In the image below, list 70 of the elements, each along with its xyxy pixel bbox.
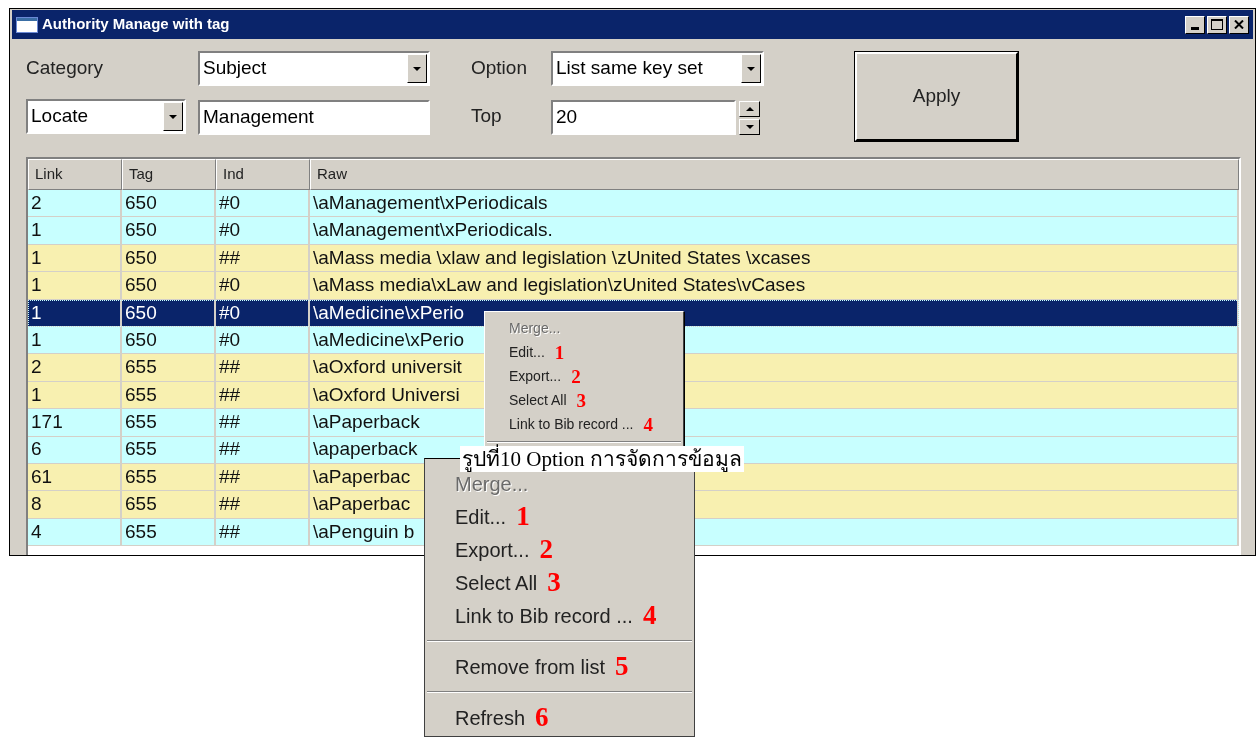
table-cell-text: ## (219, 492, 241, 517)
table-cell-text: 6 (31, 437, 42, 462)
table-cell-text: 655 (125, 437, 157, 462)
step-number: 3 (576, 390, 587, 410)
table-cell-text: ## (219, 437, 241, 462)
table-cell-text: #0 (219, 273, 241, 298)
table-cell-text: 2 (31, 355, 42, 380)
table-cell-text: 61 (31, 464, 53, 489)
table-cell-text: 171 (31, 410, 63, 435)
table-cell-text: 655 (125, 464, 157, 489)
table-cell-text: 655 (125, 410, 157, 435)
table-cell-text: 1 (31, 273, 42, 298)
table-cell-text: 655 (125, 382, 157, 407)
step-number: 1 (516, 503, 530, 530)
table-cell-text: 650 (125, 218, 157, 243)
step-number: 2 (539, 536, 553, 563)
table-cell-text: \aMass media \xlaw and legislation \zUnited States \xcases (313, 245, 811, 270)
table-cell-text: 4 (31, 519, 42, 544)
table-cell-text: \aMedicine\xPerio (313, 300, 465, 325)
table-cell-text: #0 (219, 300, 241, 325)
table-cell-text: 650 (125, 273, 157, 298)
table-cell-text: \aOxford universit (313, 355, 462, 380)
table-cell-text: ## (219, 245, 241, 270)
step-number: 5 (615, 653, 629, 680)
table-cell-text: 1 (31, 382, 42, 407)
table-cell-text: 655 (125, 492, 157, 517)
dropdown-value: Subject (202, 56, 268, 81)
table-cell-text: ## (219, 464, 241, 489)
table-cell-text: 650 (125, 300, 157, 325)
table-cell-text: ## (219, 382, 241, 407)
table-cell-text: #0 (219, 218, 241, 243)
step-number: 2 (571, 366, 581, 386)
table-cell-text: ## (219, 410, 241, 435)
step-number: 3 (547, 569, 561, 596)
table-cell-text: 8 (31, 492, 42, 517)
table-cell-text: 655 (125, 355, 157, 380)
table-cell-text: 655 (125, 519, 157, 544)
table-cell-text: \aManagement\xPeriodicals (313, 190, 548, 215)
top-label: Top (471, 104, 502, 129)
table-cell-text: 1 (31, 327, 42, 352)
category-label: Category (26, 55, 104, 80)
table-cell-text: 1 (31, 218, 42, 243)
figure-caption: รูปที่10 Option การจัดการข้อมูล (460, 446, 744, 472)
table-cell-text: 650 (125, 190, 157, 215)
table-cell-text: \aOxford Universi (313, 382, 460, 407)
table-cell-text: #0 (219, 327, 241, 352)
window-title: Authority Manage with tag (42, 14, 231, 35)
step-number: 4 (642, 602, 657, 629)
table-cell-text: \aPaperbac (313, 492, 411, 517)
table-cell-text: \apaperback (313, 437, 418, 462)
table-cell-text: \aPaperback (313, 410, 420, 435)
table-cell-text: 1 (31, 245, 42, 270)
table-cell-text: \aMass media\xLaw and legislation\zUnited States\vCases (313, 273, 806, 298)
step-number: 4 (643, 414, 653, 434)
table-cell-text: \aPenguin b (313, 519, 415, 544)
dropdown-value: List same key set (555, 56, 704, 81)
table-cell-text: 650 (125, 327, 157, 352)
table-cell-text: \aMedicine\xPerio (313, 327, 465, 352)
option-label: Option (471, 55, 527, 80)
table-cell-text: ## (219, 519, 241, 544)
step-number: 1 (554, 342, 565, 362)
table-cell-text: #0 (219, 190, 241, 215)
table-cell-text: 2 (31, 190, 42, 215)
table-cell-text: \aPaperbac (313, 464, 411, 489)
table-cell-text: ## (219, 355, 241, 380)
table-cell-text: \aManagement\xPeriodicals. (313, 218, 553, 243)
table-cell-text: 650 (125, 245, 157, 270)
dropdown-value: Locate (30, 104, 90, 129)
table-cell-text: 1 (31, 300, 42, 325)
step-number: 6 (535, 704, 549, 731)
